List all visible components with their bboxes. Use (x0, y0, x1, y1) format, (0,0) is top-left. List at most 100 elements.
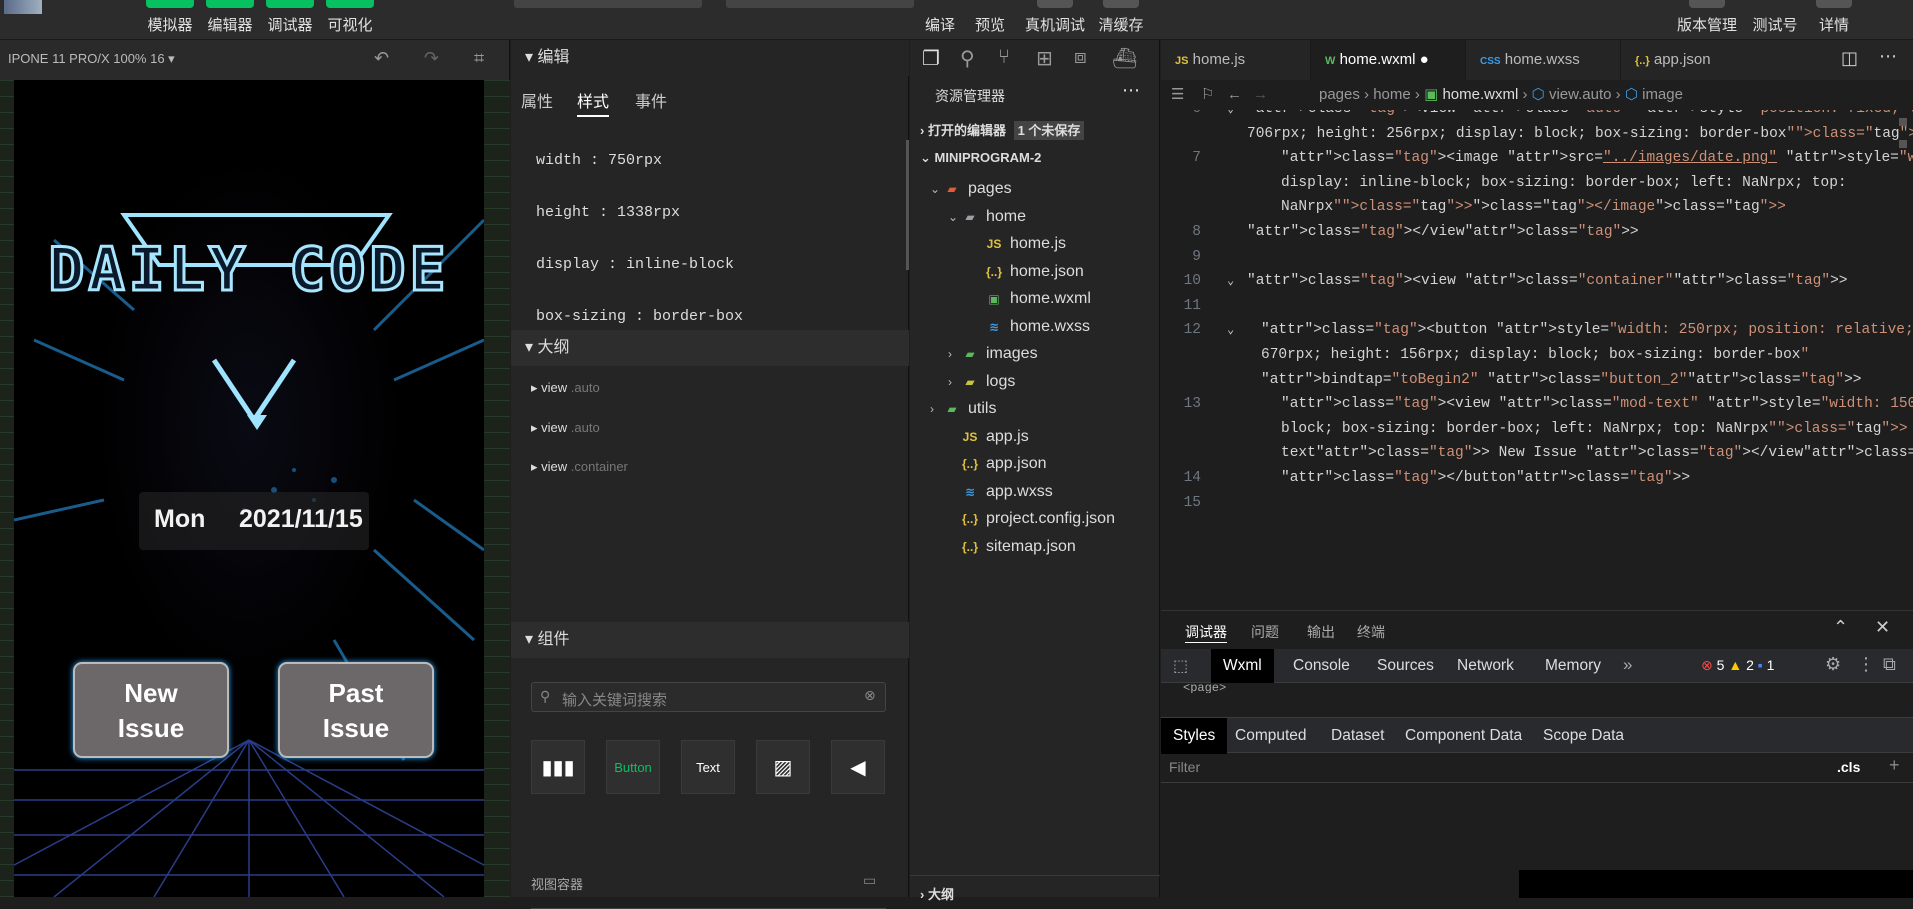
file-tree-item[interactable]: JS home.js (972, 230, 1066, 257)
file-tree-item[interactable]: ⌄ ▰ home (948, 203, 1026, 230)
style-row[interactable]: width : 750rpx (536, 152, 662, 169)
crop-icon[interactable]: ⌗ (474, 48, 484, 69)
more-icon[interactable]: ⋯ (1122, 80, 1140, 101)
outline-item[interactable]: ▸ view .container (531, 459, 628, 475)
tab-styles[interactable]: 样式 (577, 88, 610, 117)
component-navigator[interactable]: ◀ (831, 740, 885, 794)
tab-wxml[interactable]: Wxml (1211, 649, 1274, 683)
style-row[interactable]: display : inline-block (536, 256, 734, 273)
tab-styles[interactable]: Styles (1161, 718, 1228, 754)
file-tree-item[interactable]: › ▰ logs (948, 368, 1015, 395)
bookmark-icon[interactable]: ⚐ (1201, 80, 1214, 110)
components-section-header[interactable]: ▾ 组件 (511, 622, 909, 658)
component-text[interactable]: Text (681, 740, 735, 794)
redo-icon[interactable]: ↷ (424, 48, 439, 69)
file-tree-item[interactable]: ≋ app.wxss (948, 478, 1053, 505)
more-icon[interactable]: ⋯ (1879, 46, 1897, 67)
tab-home-wxss[interactable]: CSS home.wxss (1466, 40, 1621, 80)
tab-problems[interactable]: 问题 (1251, 622, 1279, 642)
clear-cache-button[interactable]: 清缓存 (1086, 0, 1156, 40)
tab-home-js[interactable]: JS home.js (1161, 40, 1311, 80)
tab-scope-data[interactable]: Scope Data (1543, 718, 1624, 754)
chevron-icon[interactable]: ⌄ (948, 204, 962, 231)
tab-properties[interactable]: 属性 (521, 88, 553, 112)
docker-icon[interactable]: ⛴ (1112, 46, 1137, 71)
breadcrumb-item[interactable]: pages › home › ▣ home.wxml › ⬡ view.auto… (1319, 80, 1683, 110)
split-editor-icon[interactable]: ◫ (1841, 48, 1858, 69)
chevron-icon[interactable]: › (948, 369, 962, 396)
rotate-icon[interactable]: ↶ (374, 48, 389, 69)
tab-home-wxml[interactable]: W home.wxml ● (1311, 40, 1466, 80)
cls-toggle[interactable]: .cls (1837, 759, 1860, 775)
tab-network[interactable]: Network (1457, 649, 1514, 683)
tab-sources[interactable]: Sources (1377, 649, 1434, 683)
file-tree-item[interactable]: JS app.js (948, 423, 1029, 450)
files-icon[interactable]: ❐ (922, 46, 940, 71)
mode-select[interactable] (514, 0, 702, 8)
minimap[interactable] (1899, 110, 1907, 200)
real-device-debug-button[interactable]: 真机调试 (1020, 0, 1090, 40)
forward-arrow-icon[interactable]: → (1253, 80, 1268, 110)
style-scrollbar[interactable] (906, 140, 909, 270)
file-tree-item[interactable]: {..} project.config.json (948, 505, 1115, 532)
code-line[interactable]: 15 (1161, 488, 1913, 518)
file-tree-item[interactable]: ⌄ ▰ pages (930, 175, 1012, 202)
file-tree-item[interactable]: {..} home.json (972, 258, 1084, 285)
clear-icon[interactable]: ⊗ (864, 687, 876, 704)
kebab-menu-icon[interactable]: ⋮ (1857, 654, 1875, 675)
outline-header[interactable]: › 大纲 (920, 884, 954, 903)
issue-counters[interactable]: ⊗ 5 ▲ 2 ▪ 1 (1701, 657, 1774, 674)
compile-mode-select[interactable] (726, 0, 914, 8)
tab-computed[interactable]: Computed (1235, 718, 1307, 754)
inspect-element-icon[interactable]: ⬚ (1173, 656, 1188, 676)
avatar[interactable] (4, 0, 42, 14)
preview-button[interactable]: 预览 (960, 0, 1020, 40)
code-editor[interactable]: ⌄6"attr">class="tag"><view "attr">class=… (1161, 110, 1913, 610)
tab-events[interactable]: 事件 (635, 88, 667, 112)
editor-button[interactable]: 编辑器 (200, 0, 260, 40)
device-select[interactable]: IPONE 11 PRO/X 100% 16 ▾ (8, 51, 175, 67)
maximize-icon[interactable]: ⌃ (1833, 617, 1848, 638)
more-tabs-icon[interactable]: » (1623, 655, 1632, 675)
new-issue-button[interactable]: New Issue (73, 662, 229, 758)
close-icon[interactable]: ✕ (1875, 617, 1890, 638)
outline-item[interactable]: ▸ view .auto (531, 420, 600, 436)
add-rule-icon[interactable]: + (1889, 755, 1900, 776)
tab-terminal[interactable]: 终端 (1357, 622, 1385, 642)
component-button[interactable]: Button (606, 740, 660, 794)
outline-item[interactable]: ▸ view .auto (531, 380, 600, 396)
wxml-tree[interactable]: <page> (1183, 683, 1226, 693)
version-management-button[interactable]: 版本管理 (1672, 0, 1742, 40)
debug-icon[interactable]: ⧈ (1074, 46, 1087, 69)
debugger-button[interactable]: 调试器 (260, 0, 320, 40)
open-editors-header[interactable]: › 打开的编辑器 1 个未保存 (920, 120, 1085, 140)
unsaved-dot-icon[interactable]: ● (1420, 51, 1429, 68)
source-control-icon[interactable]: ⑂ (998, 46, 1010, 69)
list-icon[interactable]: ☰ (1171, 80, 1184, 110)
back-arrow-icon[interactable]: ← (1227, 80, 1242, 110)
details-button[interactable]: 详情 (1804, 0, 1864, 40)
search-icon[interactable]: ⚲ (960, 46, 975, 71)
component-swiper[interactable]: ▮▮▮ (531, 740, 585, 794)
file-tree-item[interactable]: {..} sitemap.json (948, 533, 1076, 560)
simulator-button[interactable]: 模拟器 (140, 0, 200, 40)
style-row[interactable]: box-sizing : border-box (536, 308, 743, 325)
component-image[interactable]: ▨ (756, 740, 810, 794)
tab-output[interactable]: 输出 (1307, 622, 1335, 642)
chevron-icon[interactable]: › (948, 341, 962, 368)
file-tree-item[interactable]: {..} app.json (948, 450, 1047, 477)
tab-component-data[interactable]: Component Data (1405, 718, 1522, 754)
chevron-icon[interactable]: › (930, 396, 944, 423)
dock-icon[interactable]: ⧉ (1883, 654, 1896, 675)
chevron-icon[interactable]: ⌄ (930, 176, 944, 203)
tab-memory[interactable]: Memory (1545, 649, 1601, 683)
past-issue-button[interactable]: Past Issue (278, 662, 434, 758)
styles-filter-input[interactable]: Filter (1161, 756, 1826, 780)
tab-console[interactable]: Console (1293, 649, 1350, 683)
component-search-input[interactable]: ⚲ 输入关键词搜索 ⊗ (531, 682, 886, 712)
container-icon[interactable]: ▭ (863, 872, 876, 889)
file-tree-item[interactable]: › ▰ utils (930, 395, 996, 422)
test-account-button[interactable]: 测试号 (1742, 0, 1808, 40)
settings-gear-icon[interactable]: ⚙ (1825, 654, 1841, 675)
file-tree-item[interactable]: ▣ home.wxml (972, 285, 1091, 312)
